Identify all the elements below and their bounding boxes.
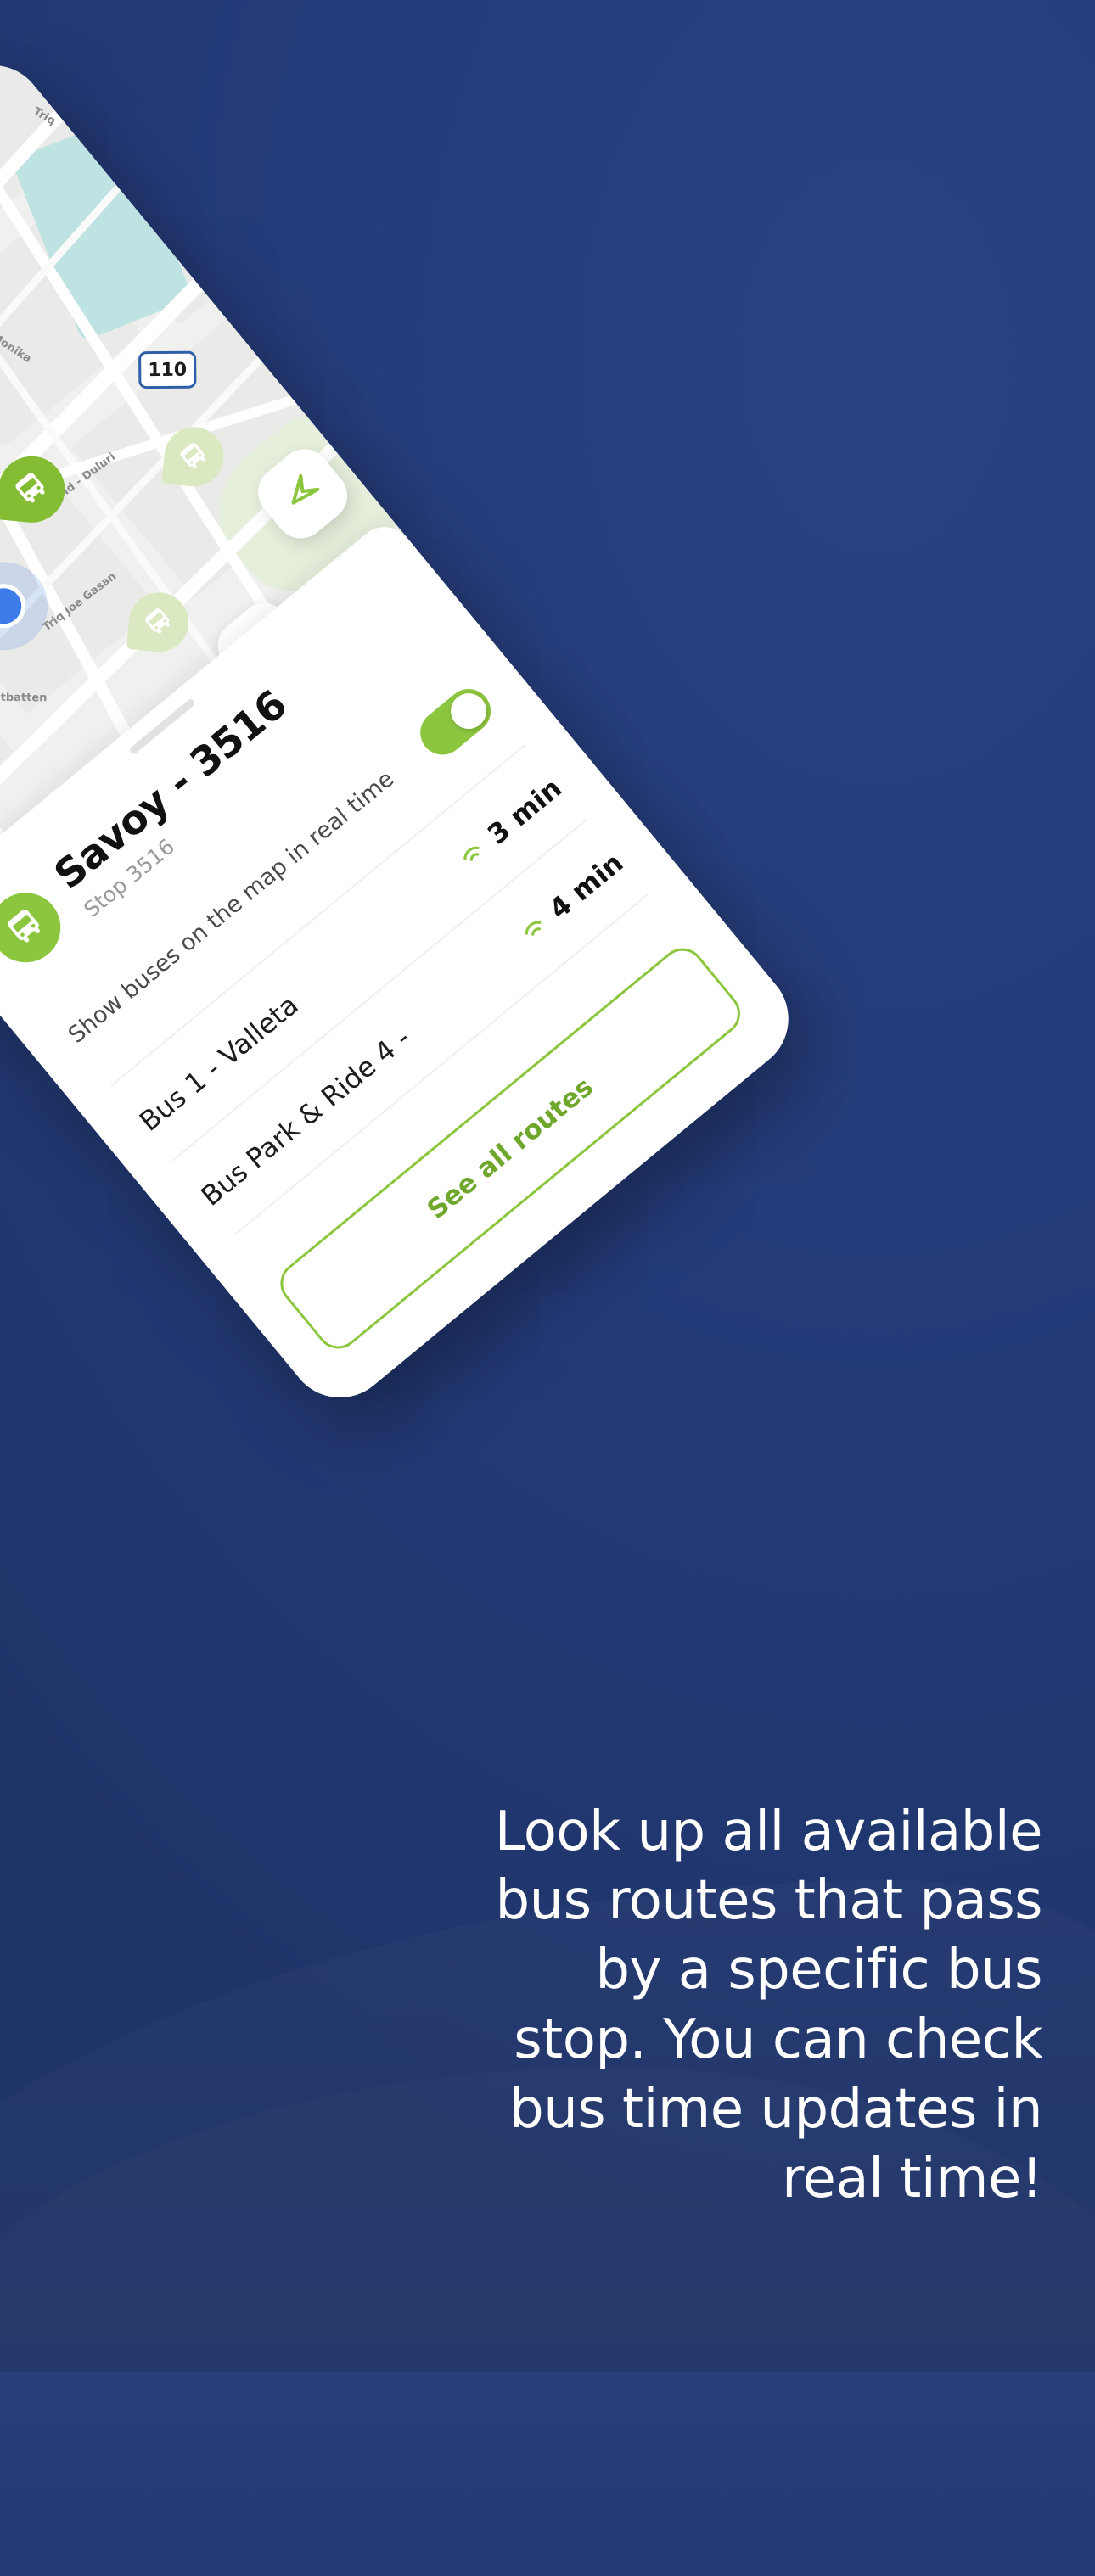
live-signal-icon [515, 911, 552, 947]
route-eta-text: 4 min [542, 846, 630, 926]
route-eta: 3 min [452, 771, 568, 876]
realtime-toggle[interactable] [411, 680, 500, 764]
route-eta-text: 3 min [481, 771, 568, 851]
bus-icon [138, 602, 179, 642]
map-street-label: Triq Mountbatten [0, 691, 48, 705]
navigate-icon [275, 466, 329, 521]
bus-stop-icon [0, 878, 75, 977]
route-eta: 4 min [513, 846, 629, 950]
route-badge[interactable]: 110 [138, 350, 197, 389]
live-signal-icon [454, 837, 491, 872]
marketing-caption: Look up all available bus routes that pa… [494, 1800, 1043, 2211]
bus-icon [174, 436, 215, 477]
route-name: Bus 1 - Valleta [132, 988, 305, 1138]
bus-icon [8, 466, 55, 513]
